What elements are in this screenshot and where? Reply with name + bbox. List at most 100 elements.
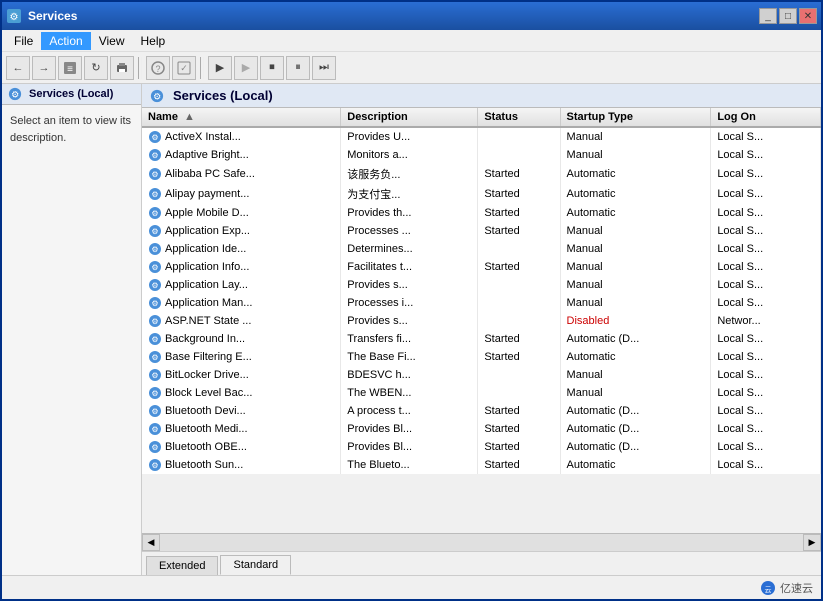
table-row[interactable]: ⚙Alipay payment...为支付宝...StartedAutomati… [142, 184, 821, 204]
menu-action[interactable]: Action [41, 32, 90, 50]
table-row[interactable]: ⚙Alibaba PC Safe...该服务负...StartedAutomat… [142, 164, 821, 184]
table-row[interactable]: ⚙ActiveX Instal...Provides U...ManualLoc… [142, 127, 821, 146]
table-row[interactable]: ⚙Application Lay...Provides s...ManualLo… [142, 276, 821, 294]
pause-button[interactable]: ⏸ [286, 56, 310, 80]
tab-standard[interactable]: Standard [220, 555, 291, 575]
up-button[interactable]: ≡ [58, 56, 82, 80]
service-desc-cell: A process t... [341, 402, 478, 420]
scroll-right-button[interactable]: ▶ [803, 534, 821, 551]
refresh-button[interactable]: ↻ [84, 56, 108, 80]
service-startup-cell: Manual [560, 146, 711, 164]
service-icon: ⚙ [148, 187, 162, 201]
horizontal-scrollbar[interactable]: ◀ ▶ [142, 533, 821, 551]
service-startup-cell: Manual [560, 384, 711, 402]
service-icon: ⚙ [148, 386, 162, 400]
service-logon-cell: Local S... [711, 240, 821, 258]
svg-text:⚙: ⚙ [151, 389, 158, 398]
menu-bar: File Action View Help [2, 30, 821, 52]
maximize-button[interactable]: □ [779, 8, 797, 24]
services-icon: ⚙ [8, 87, 22, 101]
service-logon-cell: Local S... [711, 438, 821, 456]
service-name-cell: ⚙Application Ide... [142, 240, 341, 258]
table-row[interactable]: ⚙Bluetooth Devi...A process t...StartedA… [142, 402, 821, 420]
back-button[interactable]: ← [6, 56, 30, 80]
col-header-startup[interactable]: Startup Type [560, 108, 711, 127]
print-button[interactable] [110, 56, 134, 80]
export-button[interactable]: ✓ [172, 56, 196, 80]
minimize-button[interactable]: _ [759, 8, 777, 24]
service-name-cell: ⚙Block Level Bac... [142, 384, 341, 402]
close-button[interactable]: ✕ [799, 8, 817, 24]
table-row[interactable]: ⚙Bluetooth Sun...The Blueto...StartedAut… [142, 456, 821, 474]
menu-help[interactable]: Help [133, 32, 174, 50]
col-header-name[interactable]: Name ▲ [142, 108, 341, 127]
service-icon: ⚙ [148, 296, 162, 310]
play2-button[interactable]: ▶ [234, 56, 258, 80]
service-logon-cell: Networ... [711, 312, 821, 330]
services-table[interactable]: Name ▲ Description Status Startup Type L… [142, 108, 821, 533]
service-status-cell: Started [478, 438, 560, 456]
service-name-cell: ⚙Background In... [142, 330, 341, 348]
service-name-cell: ⚙Application Info... [142, 258, 341, 276]
table-row[interactable]: ⚙Background In...Transfers fi...StartedA… [142, 330, 821, 348]
service-name-cell: ⚙Apple Mobile D... [142, 204, 341, 222]
col-header-logon[interactable]: Log On [711, 108, 821, 127]
service-startup-cell: Automatic [560, 164, 711, 184]
table-row[interactable]: ⚙Block Level Bac...The WBEN...ManualLoca… [142, 384, 821, 402]
service-status-cell: Started [478, 330, 560, 348]
table-row[interactable]: ⚙Application Man...Processes i...ManualL… [142, 294, 821, 312]
table-row[interactable]: ⚙Bluetooth Medi...Provides Bl...StartedA… [142, 420, 821, 438]
table-row[interactable]: ⚙ASP.NET State ...Provides s...DisabledN… [142, 312, 821, 330]
scroll-track[interactable] [160, 534, 803, 551]
menu-file[interactable]: File [6, 32, 41, 50]
restart-button[interactable]: ⏭ [312, 56, 336, 80]
table-row[interactable]: ⚙Adaptive Bright...Monitors a...ManualLo… [142, 146, 821, 164]
service-icon: ⚙ [148, 206, 162, 220]
menu-view[interactable]: View [91, 32, 133, 50]
service-startup-cell: Automatic (D... [560, 330, 711, 348]
stop-button[interactable]: ⏹ [260, 56, 284, 80]
table-row[interactable]: ⚙BitLocker Drive...BDESVC h...ManualLoca… [142, 366, 821, 384]
service-icon: ⚙ [148, 458, 162, 472]
service-status-cell [478, 312, 560, 330]
help-button[interactable]: ? [146, 56, 170, 80]
service-desc-cell: Processes i... [341, 294, 478, 312]
service-logon-cell: Local S... [711, 330, 821, 348]
title-bar: ⚙ Services _ □ ✕ [2, 2, 821, 30]
svg-text:⚙: ⚙ [151, 425, 158, 434]
svg-text:⚙: ⚙ [11, 90, 19, 100]
services-list: ⚙ActiveX Instal...Provides U...ManualLoc… [142, 127, 821, 474]
service-startup-cell: Disabled [560, 312, 711, 330]
service-logon-cell: Local S... [711, 204, 821, 222]
play-button[interactable]: ▶ [208, 56, 232, 80]
scroll-left-button[interactable]: ◀ [142, 534, 160, 551]
svg-text:⚙: ⚙ [151, 209, 158, 218]
left-panel-description: Select an item to view its description. [2, 105, 141, 154]
service-logon-cell: Local S... [711, 384, 821, 402]
separator-2 [200, 57, 204, 79]
col-header-desc[interactable]: Description [341, 108, 478, 127]
table-row[interactable]: ⚙Application Info...Facilitates t...Star… [142, 258, 821, 276]
service-desc-cell: Processes ... [341, 222, 478, 240]
service-desc-cell: Monitors a... [341, 146, 478, 164]
table-row[interactable]: ⚙Application Exp...Processes ...StartedM… [142, 222, 821, 240]
tab-extended[interactable]: Extended [146, 556, 218, 575]
table-row[interactable]: ⚙Apple Mobile D...Provides th...StartedA… [142, 204, 821, 222]
service-logon-cell: Local S... [711, 402, 821, 420]
table-row[interactable]: ⚙Base Filtering E...The Base Fi...Starte… [142, 348, 821, 366]
status-logo: 云 亿速云 [760, 580, 813, 596]
service-startup-cell: Automatic [560, 184, 711, 204]
service-logon-cell: Local S... [711, 146, 821, 164]
col-header-status[interactable]: Status [478, 108, 560, 127]
service-startup-cell: Manual [560, 276, 711, 294]
table-row[interactable]: ⚙Application Ide...Determines...ManualLo… [142, 240, 821, 258]
service-status-cell [478, 294, 560, 312]
service-startup-cell: Manual [560, 222, 711, 240]
main-window: ⚙ Services _ □ ✕ File Action View Help ←… [0, 0, 823, 601]
service-icon: ⚙ [148, 440, 162, 454]
forward-button[interactable]: → [32, 56, 56, 80]
service-logon-cell: Local S... [711, 276, 821, 294]
service-desc-cell: Provides s... [341, 312, 478, 330]
service-desc-cell: Determines... [341, 240, 478, 258]
table-row[interactable]: ⚙Bluetooth OBE...Provides Bl...StartedAu… [142, 438, 821, 456]
